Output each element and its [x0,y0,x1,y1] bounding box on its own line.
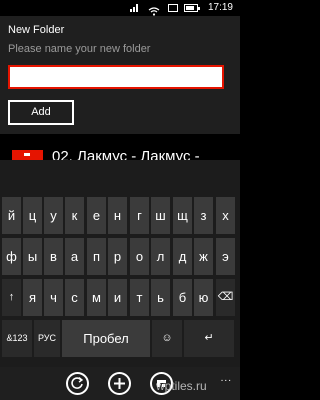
key-22[interactable]: э [216,238,235,275]
key-27[interactable]: и [108,279,127,316]
key-31[interactable]: ю [194,279,213,316]
battery-icon [184,4,200,12]
key-1[interactable]: й [2,197,21,234]
signal-icon [130,4,140,12]
key-30[interactable]: б [173,279,192,316]
key-12[interactable]: ф [2,238,21,275]
key-17[interactable]: р [108,238,127,275]
key-18[interactable]: о [130,238,149,275]
key-3[interactable]: у [44,197,63,234]
key-2[interactable]: ц [23,197,42,234]
status-bar: 17:19 [0,0,240,16]
key-7[interactable]: г [130,197,149,234]
new-folder-dialog: New Folder Please name your new folder A… [0,16,240,134]
key-19[interactable]: л [151,238,170,275]
key-15[interactable]: а [65,238,84,275]
dialog-title: New Folder [8,24,65,36]
key-21[interactable]: ж [194,238,213,275]
song-list: 02. Лакмус - Лакмус - [0,134,240,160]
watermark: wptiles.ru [156,379,207,393]
language-key[interactable]: РУС [34,320,60,357]
wifi-icon [148,3,160,16]
key-9[interactable]: щ [173,197,192,234]
key-23[interactable]: я [23,279,42,316]
key-14[interactable]: в [44,238,63,275]
message-icon [168,4,178,12]
key-25[interactable]: с [65,279,84,316]
key-28[interactable]: т [130,279,149,316]
key-5[interactable]: е [87,197,106,234]
enter-key[interactable]: ↵ [184,320,234,357]
emoji-key[interactable]: ☺ [152,320,182,357]
key-11[interactable]: х [216,197,235,234]
key-24[interactable]: ч [44,279,63,316]
symbols-key[interactable]: &123 [2,320,32,357]
status-time: 17:19 [207,2,233,13]
add-icon[interactable] [108,372,131,395]
key-10[interactable]: з [194,197,213,234]
refresh-icon[interactable] [66,372,89,395]
more-menu-button[interactable]: ... [221,373,232,384]
key-13[interactable]: ы [23,238,42,275]
key-6[interactable]: н [108,197,127,234]
space-key[interactable]: Пробел [62,320,150,357]
album-thumbnail [12,150,43,160]
key-16[interactable]: п [87,238,106,275]
app-bar: ... wptiles.ru [0,367,240,400]
list-item-title[interactable]: 02. Лакмус - Лакмус - [52,148,200,160]
shift-key[interactable]: ↑ [2,279,21,316]
key-26[interactable]: м [87,279,106,316]
dialog-prompt: Please name your new folder [8,43,151,55]
folder-name-input[interactable] [8,65,224,89]
key-29[interactable]: ь [151,279,170,316]
add-button[interactable]: Add [8,100,74,125]
keyboard: й ц у к е н г ш щ з х ф ы в а п р о л д … [0,160,240,367]
key-8[interactable]: ш [151,197,170,234]
key-20[interactable]: д [173,238,192,275]
backspace-key[interactable]: ⌫ [216,279,235,316]
key-4[interactable]: к [65,197,84,234]
